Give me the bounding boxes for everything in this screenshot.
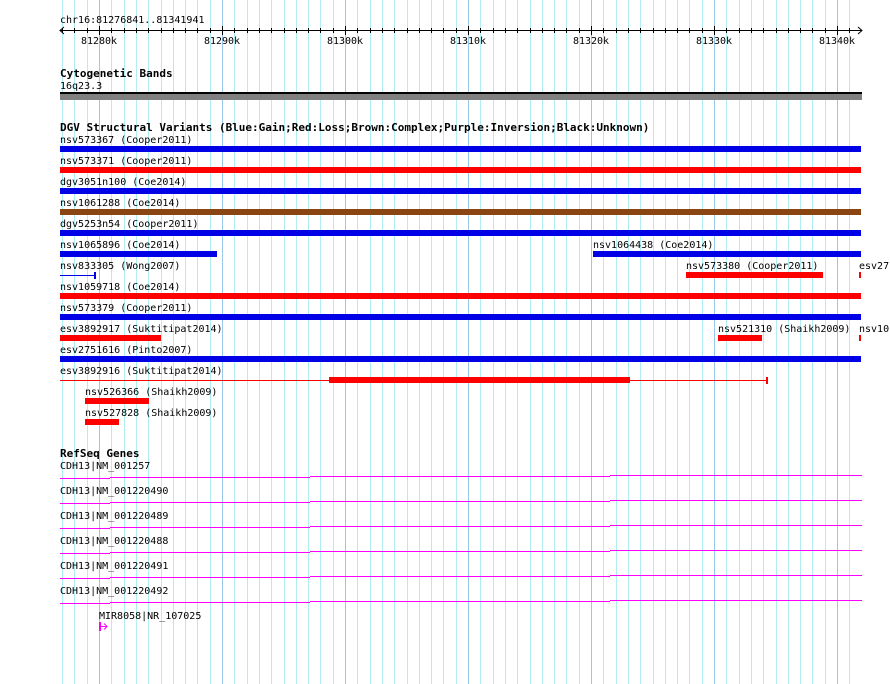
gene-label: CDH13|NM_001220490 xyxy=(60,486,169,497)
gene-intron-line[interactable] xyxy=(60,575,862,579)
gene-intron-line[interactable] xyxy=(60,600,862,604)
strand-arrow-icon xyxy=(101,623,108,630)
gene-label: CDH13|NM_001220492 xyxy=(60,586,169,597)
gene-intron-line[interactable] xyxy=(60,525,862,529)
gene-label: CDH13|NM_001220489 xyxy=(60,511,169,522)
gene-intron-line[interactable] xyxy=(60,500,862,504)
gene-label: CDH13|NM_001220491 xyxy=(60,561,169,572)
gene-models xyxy=(60,475,862,631)
gene-intron-line[interactable] xyxy=(60,550,862,554)
genome-browser-view[interactable]: chr16:81276841..81341941 81280k 81290k 813… xyxy=(0,0,890,684)
gene-label: CDH13|NM_001257 xyxy=(60,461,151,472)
gene-intron-line[interactable] xyxy=(60,475,862,479)
mirna-feature[interactable] xyxy=(99,622,101,631)
mirna-label: MIR8058|NR_107025 xyxy=(99,611,202,622)
gene-label: CDH13|NM_001220488 xyxy=(60,536,169,547)
